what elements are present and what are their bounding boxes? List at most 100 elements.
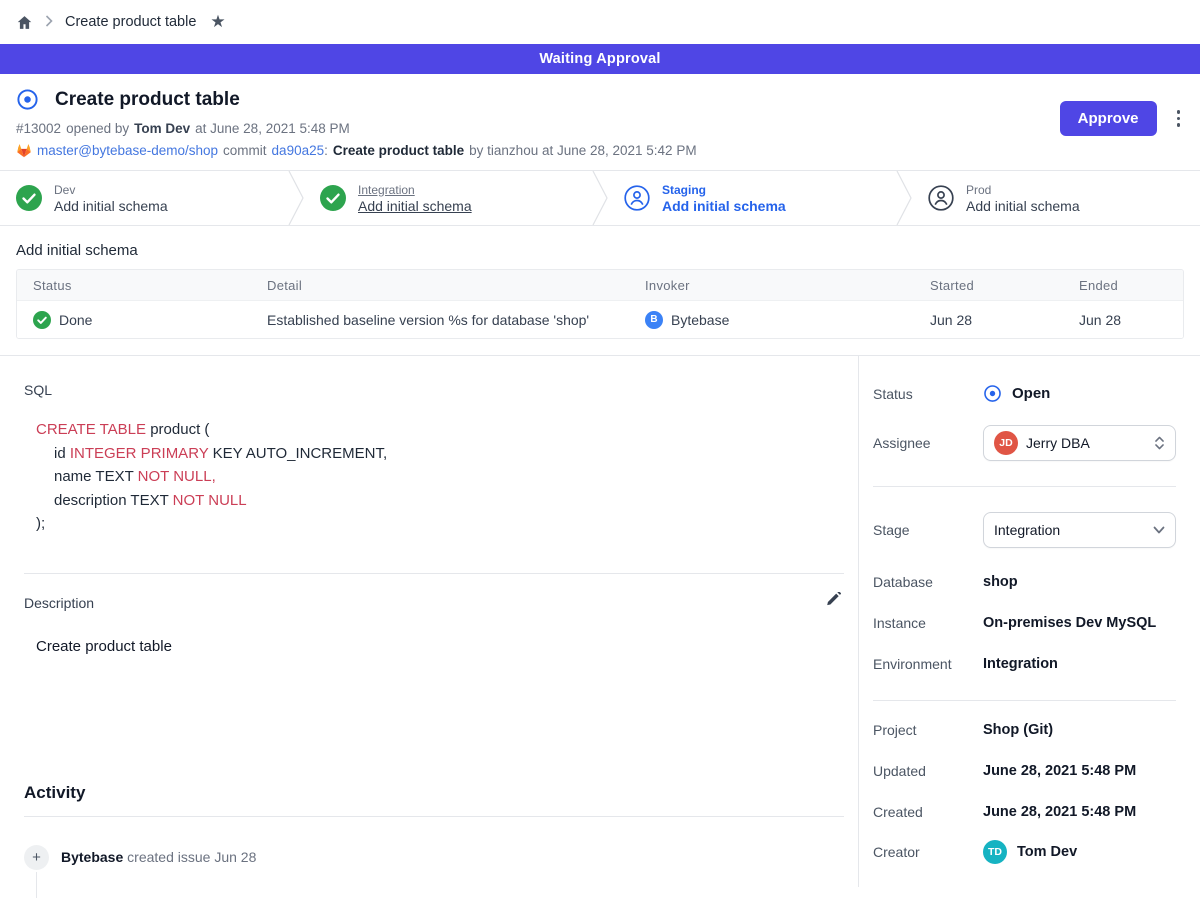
field-assignee: Assignee JD Jerry DBA — [873, 425, 1176, 461]
field-updated: Updated June 28, 2021 5:48 PM — [873, 763, 1176, 779]
content-area: SQL CREATE TABLE product ( id INTEGER PR… — [0, 355, 1200, 887]
divider — [24, 573, 844, 574]
commit-byline: by tianzhou at June 28, 2021 5:42 PM — [469, 143, 696, 158]
environment-value: Integration — [983, 656, 1058, 672]
col-status: Status — [17, 278, 251, 293]
check-circle-icon — [33, 311, 51, 329]
stage-task-label: Add initial schema — [358, 198, 472, 214]
field-instance: Instance On-premises Dev MySQL — [873, 615, 1176, 631]
activity-actor: Bytebase — [61, 849, 123, 865]
assignee-select[interactable]: JD Jerry DBA — [983, 425, 1176, 461]
check-circle-icon — [320, 185, 346, 211]
task-table-header: Status Detail Invoker Started Ended — [17, 270, 1183, 300]
updated-value: June 28, 2021 5:48 PM — [983, 763, 1136, 779]
divider — [873, 700, 1176, 701]
stage-env-label: Integration — [358, 183, 472, 197]
col-invoker: Invoker — [629, 278, 914, 293]
page-title: Create product table — [55, 89, 240, 111]
sql-label: SQL — [24, 382, 844, 398]
home-icon[interactable] — [16, 14, 33, 31]
divider — [24, 816, 844, 817]
stage-task-label: Add initial schema — [966, 198, 1080, 214]
task-detail: Established baseline version %s for data… — [267, 312, 589, 328]
commit-info: master@bytebase-demo/shop commit da90a25… — [16, 143, 1184, 158]
table-row[interactable]: Done Established baseline version %s for… — [17, 300, 1183, 338]
creator-value: Tom Dev — [1017, 844, 1077, 860]
person-circle-icon — [624, 185, 650, 211]
stage-staging[interactable]: Staging Add initial schema — [608, 171, 896, 225]
sidebar: Status Open Assignee JD Jerry DBA Stage — [858, 356, 1200, 887]
issue-number: #13002 — [16, 121, 61, 136]
project-value: Shop (Git) — [983, 722, 1053, 738]
invoker-avatar: B — [645, 311, 663, 329]
task-status: Done — [59, 312, 92, 328]
status-value: Open — [1012, 385, 1050, 402]
sql-code: CREATE TABLE product ( id INTEGER PRIMAR… — [24, 418, 844, 536]
approve-button[interactable]: Approve — [1060, 101, 1157, 136]
issue-author: Tom Dev — [134, 121, 190, 136]
task-section: Add initial schema Status Detail Invoker… — [0, 242, 1200, 339]
task-heading: Add initial schema — [16, 242, 1184, 259]
instance-value: On-premises Dev MySQL — [983, 615, 1156, 631]
status-banner: Waiting Approval — [0, 44, 1200, 74]
status-banner-text: Waiting Approval — [539, 51, 660, 67]
field-created: Created June 28, 2021 5:48 PM — [873, 804, 1176, 820]
chevron-down-icon — [1153, 526, 1165, 534]
stage-dev[interactable]: Dev Add initial schema — [0, 171, 288, 225]
edit-pencil-icon[interactable] — [823, 590, 844, 616]
col-started: Started — [914, 278, 1063, 293]
stage-separator — [288, 171, 304, 225]
activity-action: created issue Jun 28 — [127, 849, 256, 865]
bookmark-star-icon[interactable]: ★ — [210, 12, 225, 32]
issue-meta: #13002 opened by Tom Dev at June 28, 202… — [16, 121, 1184, 136]
commit-hash-link[interactable]: da90a25 — [272, 143, 325, 158]
assignee-avatar: JD — [994, 431, 1018, 455]
timeline-connector — [36, 872, 37, 898]
description-label: Description — [24, 595, 94, 611]
task-ended: Jun 28 — [1079, 312, 1121, 328]
breadcrumb-title: Create product table — [65, 14, 196, 30]
commit-message: Create product table — [333, 143, 464, 158]
main-column: SQL CREATE TABLE product ( id INTEGER PR… — [0, 356, 858, 887]
stage-env-label: Staging — [662, 183, 786, 197]
stage-prod[interactable]: Prod Add initial schema — [912, 171, 1200, 225]
person-circle-icon — [928, 185, 954, 211]
field-creator: Creator TD Tom Dev — [873, 840, 1176, 864]
branch-repo-link[interactable]: master@bytebase-demo/shop — [37, 143, 218, 158]
pipeline: Dev Add initial schema Integration Add i… — [0, 170, 1200, 226]
col-ended: Ended — [1063, 278, 1183, 293]
stage-env-label: Dev — [54, 183, 168, 197]
stage-task-label: Add initial schema — [662, 198, 786, 214]
issue-opened-time: at June 28, 2021 5:48 PM — [195, 121, 350, 136]
gitlab-icon — [16, 143, 32, 158]
kebab-menu-icon[interactable] — [1173, 106, 1185, 131]
description-text: Create product table — [24, 638, 844, 655]
stage-integration[interactable]: Integration Add initial schema — [304, 171, 592, 225]
field-stage: Stage Integration — [873, 512, 1176, 548]
task-invoker: Bytebase — [671, 312, 729, 328]
activity-heading: Activity — [24, 783, 844, 803]
plus-icon: + — [24, 845, 49, 870]
chevron-right-icon — [45, 14, 53, 31]
up-down-chevron-icon — [1154, 435, 1165, 451]
creator-avatar: TD — [983, 840, 1007, 864]
check-circle-icon — [16, 185, 42, 211]
task-started: Jun 28 — [930, 312, 972, 328]
activity-item: + Bytebase created issue Jun 28 — [24, 845, 844, 870]
stage-env-label: Prod — [966, 183, 1080, 197]
created-value: June 28, 2021 5:48 PM — [983, 804, 1136, 820]
stage-select[interactable]: Integration — [983, 512, 1176, 548]
col-detail: Detail — [251, 278, 629, 293]
divider — [873, 486, 1176, 487]
field-environment: Environment Integration — [873, 656, 1176, 672]
issue-open-icon — [16, 88, 39, 111]
open-status-icon — [983, 384, 1002, 403]
stage-separator — [592, 171, 608, 225]
database-value: shop — [983, 574, 1018, 590]
issue-header: Create product table #13002 opened by To… — [0, 74, 1200, 170]
breadcrumb: Create product table ★ — [0, 0, 1200, 44]
task-table: Status Detail Invoker Started Ended Done… — [16, 269, 1184, 339]
stage-task-label: Add initial schema — [54, 198, 168, 214]
field-database: Database shop — [873, 574, 1176, 590]
field-project: Project Shop (Git) — [873, 722, 1176, 738]
